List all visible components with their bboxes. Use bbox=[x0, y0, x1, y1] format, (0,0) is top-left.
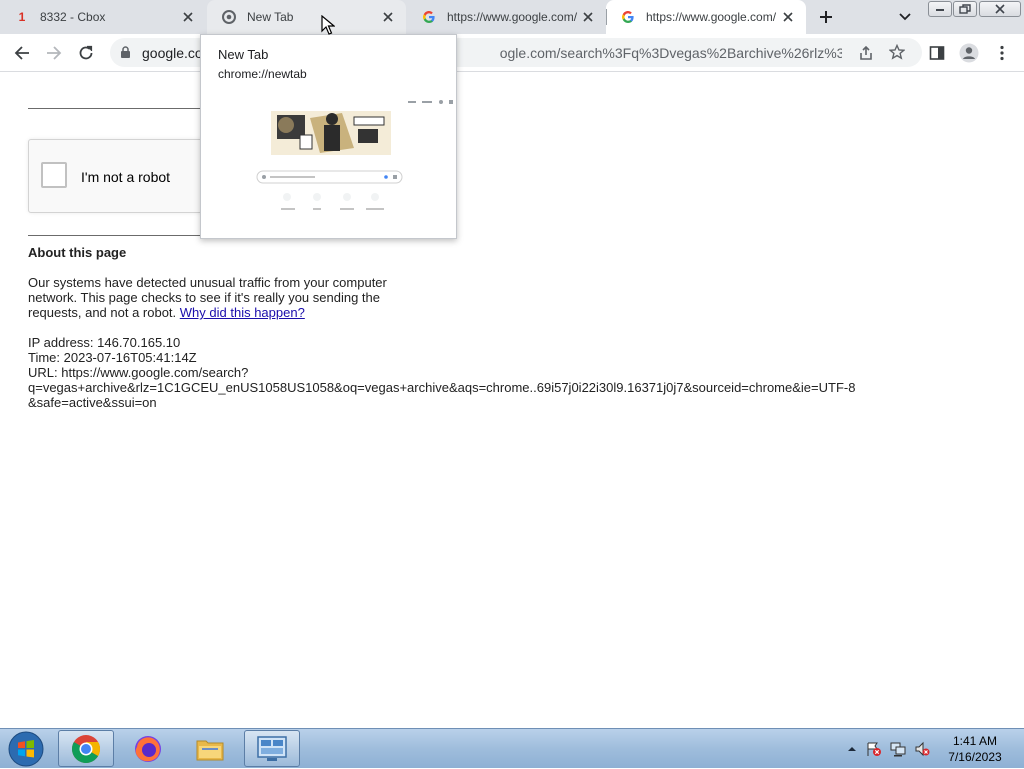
page-content: I'm not a robot About this page Our syst… bbox=[0, 72, 1024, 728]
tab-search-button[interactable] bbox=[894, 5, 916, 29]
action-center-icon[interactable] bbox=[866, 741, 882, 757]
google-g-icon bbox=[421, 9, 437, 25]
avatar-icon bbox=[959, 43, 979, 63]
side-panel-icon bbox=[929, 46, 945, 60]
start-button[interactable] bbox=[6, 731, 46, 767]
reload-button[interactable] bbox=[73, 40, 99, 66]
taskbar-firefox[interactable] bbox=[120, 730, 176, 767]
url-path: ogle.com/search%3Fq%3Dvegas%2Barchive%26… bbox=[499, 45, 842, 61]
tab-new-tab[interactable]: New Tab bbox=[207, 0, 406, 34]
lock-icon[interactable] bbox=[120, 46, 131, 64]
browser-toolbar: google.co ogle.com/search%3Fq%3Dvegas%2Ba… bbox=[0, 34, 1024, 72]
taskbar: 1:41 AM 7/16/2023 bbox=[0, 728, 1024, 768]
volume-muted-icon[interactable] bbox=[914, 741, 930, 757]
divider bbox=[28, 235, 200, 236]
tab-separator bbox=[606, 9, 607, 25]
file-explorer-icon bbox=[196, 740, 224, 760]
close-icon[interactable] bbox=[580, 9, 596, 25]
minimize-button[interactable] bbox=[928, 1, 952, 17]
restore-button[interactable] bbox=[953, 1, 977, 17]
close-icon bbox=[995, 4, 1005, 14]
hover-card-title: New Tab bbox=[218, 47, 269, 62]
tab-google-2[interactable]: https://www.google.com/ bbox=[606, 0, 806, 34]
request-url-label: URL: https://www.google.com/search? bbox=[28, 365, 249, 380]
system-clock[interactable]: 1:41 AM 7/16/2023 bbox=[932, 733, 1018, 765]
menu-button[interactable] bbox=[989, 40, 1015, 66]
side-panel-button[interactable] bbox=[924, 40, 950, 66]
recaptcha-label: I'm not a robot bbox=[81, 169, 171, 185]
back-button[interactable] bbox=[9, 40, 35, 66]
taskbar-file-explorer[interactable] bbox=[182, 730, 238, 767]
tab-cbox[interactable]: 1 8332 - Cbox bbox=[0, 0, 206, 34]
arrow-right-icon bbox=[47, 46, 62, 60]
tab-label: 8332 - Cbox bbox=[40, 10, 106, 24]
bookmark-star-icon[interactable] bbox=[888, 43, 906, 65]
arrow-left-icon bbox=[14, 46, 29, 60]
share-icon[interactable] bbox=[858, 45, 874, 66]
control-panel-icon bbox=[257, 735, 287, 761]
about-heading: About this page bbox=[28, 245, 127, 260]
taskbar-control-panel[interactable] bbox=[244, 730, 300, 767]
tab-preview-thumbnail bbox=[202, 93, 455, 237]
close-icon[interactable] bbox=[180, 9, 196, 25]
system-tray: 1:41 AM 7/16/2023 bbox=[842, 729, 1024, 769]
windows-logo-icon bbox=[8, 731, 44, 767]
forward-button[interactable] bbox=[41, 40, 67, 66]
ip-address: IP address: 146.70.165.10 bbox=[28, 335, 181, 350]
clock-date: 7/16/2023 bbox=[948, 750, 1002, 764]
tab-hover-card: New Tab chrome://newtab bbox=[200, 34, 457, 239]
new-tab-button[interactable] bbox=[814, 5, 838, 29]
profile-button[interactable] bbox=[956, 40, 982, 66]
reload-icon bbox=[79, 45, 93, 60]
plus-icon bbox=[820, 11, 832, 23]
mouse-cursor-icon bbox=[321, 14, 336, 40]
divider bbox=[28, 108, 200, 109]
chrome-icon bbox=[72, 734, 100, 763]
show-hidden-icons-button[interactable] bbox=[844, 741, 860, 757]
explanation-paragraph: Our systems have detected unusual traffi… bbox=[28, 275, 398, 320]
chevron-down-icon bbox=[899, 13, 911, 21]
tab-strip: 1 8332 - Cbox New Tab https://www.google… bbox=[0, 0, 1024, 34]
google-g-icon bbox=[620, 9, 636, 25]
chrome-icon bbox=[221, 9, 237, 25]
kebab-menu-icon bbox=[1000, 45, 1004, 61]
why-did-this-happen-link[interactable]: Why did this happen? bbox=[180, 305, 305, 320]
cbox-favicon: 1 bbox=[18, 10, 26, 24]
timestamp: Time: 2023-07-16T05:41:14Z bbox=[28, 350, 197, 365]
network-icon[interactable] bbox=[890, 741, 906, 757]
tab-google-1[interactable]: https://www.google.com/ bbox=[407, 0, 606, 34]
clock-time: 1:41 AM bbox=[952, 734, 998, 748]
minimize-icon bbox=[936, 9, 944, 11]
window-close-button[interactable] bbox=[979, 1, 1021, 17]
tab-label: https://www.google.com/ bbox=[447, 10, 578, 24]
firefox-icon bbox=[135, 735, 161, 762]
recaptcha-checkbox[interactable] bbox=[41, 162, 67, 188]
taskbar-chrome[interactable] bbox=[58, 730, 114, 767]
close-icon[interactable] bbox=[380, 9, 396, 25]
request-url-value: q=vegas+archive&rlz=1C1GCEU_enUS1058US10… bbox=[28, 380, 856, 410]
close-icon[interactable] bbox=[780, 9, 796, 25]
chevron-up-icon bbox=[848, 747, 856, 751]
tab-label: New Tab bbox=[247, 10, 294, 24]
hover-card-url: chrome://newtab bbox=[218, 67, 307, 81]
restore-icon bbox=[959, 4, 971, 14]
tab-label: https://www.google.com/ bbox=[646, 10, 777, 24]
url-host: google.co bbox=[142, 45, 203, 61]
